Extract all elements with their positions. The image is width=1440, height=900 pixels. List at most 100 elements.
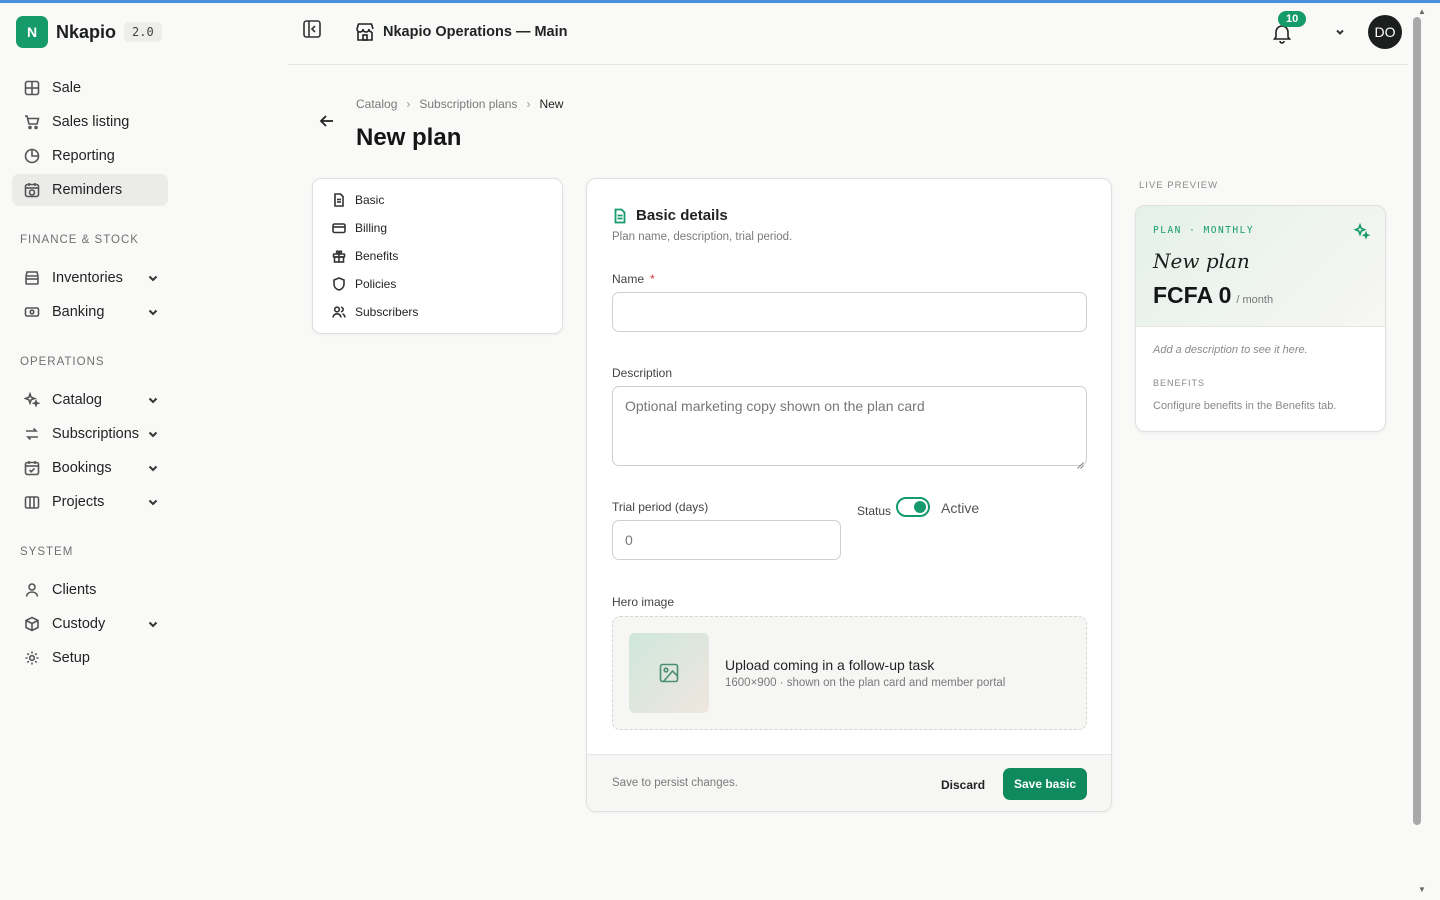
sidebar-item-label: Sales listing <box>52 114 130 130</box>
credit-card-icon <box>332 223 346 234</box>
banknote-icon <box>24 304 40 320</box>
breadcrumb-item[interactable]: Subscription plans <box>419 97 517 111</box>
description-textarea[interactable]: Optional marketing copy shown on the pla… <box>612 386 1087 469</box>
trial-period-label: Trial period (days) <box>612 500 709 514</box>
sidebar-item-inventories[interactable]: Inventories <box>12 262 168 294</box>
file-text-icon <box>614 208 626 223</box>
shield-icon <box>333 277 345 291</box>
card-title: Basic details <box>612 207 728 224</box>
section-heading-system: SYSTEM <box>20 546 74 558</box>
chevron-down-icon[interactable] <box>146 271 160 285</box>
page-scrollbar[interactable]: ▲ ▼ <box>1410 3 1440 900</box>
section-nav: Basic Billing Benefits Policies Subscrib… <box>312 178 563 334</box>
sparkles-icon <box>24 392 40 408</box>
sidebar-item-label: Clients <box>52 582 97 598</box>
sidebar-item-subscriptions[interactable]: Subscriptions <box>12 418 168 450</box>
section-nav-benefits[interactable]: Benefits <box>332 249 398 263</box>
sidebar-item-label: Custody <box>52 616 106 632</box>
back-arrow-icon[interactable] <box>318 112 338 132</box>
breadcrumb-item[interactable]: Catalog <box>356 97 397 111</box>
status-toggle[interactable] <box>896 497 930 517</box>
preview-plan-name: New plan <box>1153 249 1250 273</box>
store-icon <box>356 23 374 41</box>
sidebar-item-banking[interactable]: Banking <box>12 296 168 328</box>
chevron-down-icon[interactable] <box>146 495 160 509</box>
sidebar-item-label: Inventories <box>52 270 123 286</box>
store-switcher[interactable]: Nkapio Operations — Main <box>354 21 568 43</box>
sidebar-item-label: Catalog <box>52 392 102 408</box>
notification-badge: 10 <box>1278 11 1307 27</box>
preview-price: FCFA 0 / month <box>1153 282 1273 309</box>
gift-icon <box>332 250 346 263</box>
sidebar-item-bookings[interactable]: Bookings <box>12 452 168 484</box>
sidebar-item-catalog[interactable]: Catalog <box>12 384 168 416</box>
sidebar-item-sale[interactable]: Sale <box>12 72 168 104</box>
brand-name: Nkapio <box>56 21 117 42</box>
cart-icon <box>24 114 40 130</box>
chevron-down-icon[interactable] <box>1334 25 1346 37</box>
chevron-down-icon[interactable] <box>146 305 160 319</box>
breadcrumb-current: New <box>539 97 564 111</box>
sidebar-item-reporting[interactable]: Reporting <box>12 140 168 172</box>
sidebar-item-label: Reminders <box>52 182 123 198</box>
plan-preview-card: PLAN · MONTHLY New plan FCFA 0 / month A… <box>1135 205 1386 432</box>
brand-logo: N <box>16 16 48 48</box>
grid-icon <box>24 80 40 96</box>
store-name: Nkapio Operations — Main <box>383 24 568 40</box>
toggle-knob <box>914 501 926 513</box>
plan-meta: PLAN · MONTHLY <box>1153 225 1255 236</box>
name-label: Name * <box>612 272 655 286</box>
sidebar-item-reminders[interactable]: Reminders <box>12 174 168 206</box>
sidebar-item-clients[interactable]: Clients <box>12 574 168 606</box>
version-badge: 2.0 <box>124 22 162 42</box>
scroll-down-arrow-icon[interactable]: ▼ <box>1418 885 1426 894</box>
name-input[interactable] <box>612 292 1087 332</box>
chevron-down-icon[interactable] <box>146 617 160 631</box>
sidebar-toggle-icon[interactable] <box>302 19 322 39</box>
pie-icon <box>24 148 40 164</box>
hero-image-label: Hero image <box>612 595 675 609</box>
live-preview-label: LIVE PREVIEW <box>1139 180 1219 191</box>
sidebar-item-label: Banking <box>52 304 105 320</box>
top-header: Nkapio Operations — Main 10 DO <box>288 3 1408 65</box>
resize-handle-icon[interactable] <box>1077 456 1084 469</box>
upload-title: Upload coming in a follow-up task <box>725 657 935 673</box>
avatar[interactable]: DO <box>1368 15 1402 49</box>
price-amount: FCFA 0 <box>1153 282 1232 308</box>
calendar-check-icon <box>24 460 40 476</box>
trial-period-input[interactable]: 0 <box>612 520 841 560</box>
discard-button[interactable]: Discard <box>933 769 993 801</box>
scroll-up-arrow-icon[interactable]: ▲ <box>1418 7 1426 16</box>
scrollbar-thumb[interactable] <box>1413 17 1421 825</box>
benefits-heading: BENEFITS <box>1153 378 1206 388</box>
section-nav-label: Benefits <box>355 249 399 263</box>
preview-description: Add a description to see it here. <box>1153 344 1308 356</box>
chevron-down-icon[interactable] <box>146 393 160 407</box>
sidebar-item-label: Bookings <box>52 460 112 476</box>
chevron-down-icon[interactable] <box>146 427 160 441</box>
section-heading-finance: FINANCE & STOCK <box>20 234 139 246</box>
gear-icon <box>24 650 40 666</box>
section-nav-policies[interactable]: Policies <box>332 277 396 291</box>
save-basic-button[interactable]: Save basic <box>1003 768 1087 800</box>
card-subtitle: Plan name, description, trial period. <box>612 231 793 243</box>
columns-icon <box>24 494 40 510</box>
sidebar-item-sales-listing[interactable]: Sales listing <box>12 106 168 138</box>
section-nav-basic[interactable]: Basic <box>332 193 384 207</box>
section-nav-billing[interactable]: Billing <box>332 221 387 235</box>
sidebar-item-setup[interactable]: Setup <box>12 642 168 674</box>
image-icon <box>659 663 679 683</box>
section-nav-label: Policies <box>355 277 397 291</box>
sidebar-item-projects[interactable]: Projects <box>12 486 168 518</box>
sidebar-item-label: Setup <box>52 650 90 666</box>
sidebar-item-custody[interactable]: Custody <box>12 608 168 640</box>
section-nav-subscribers[interactable]: Subscribers <box>332 305 418 319</box>
sidebar-item-label: Subscriptions <box>52 426 140 442</box>
sidebar: N Nkapio 2.0 Sale Sales listing Reportin… <box>0 3 180 900</box>
chevron-down-icon[interactable] <box>146 461 160 475</box>
section-heading-operations: OPERATIONS <box>20 356 105 368</box>
footer-note: Save to persist changes. <box>612 777 738 789</box>
benefits-text: Configure benefits in the Benefits tab. <box>1153 400 1337 412</box>
hero-image-upload[interactable]: Upload coming in a follow-up task 1600×9… <box>612 616 1087 730</box>
brand[interactable]: N Nkapio 2.0 <box>16 16 162 48</box>
